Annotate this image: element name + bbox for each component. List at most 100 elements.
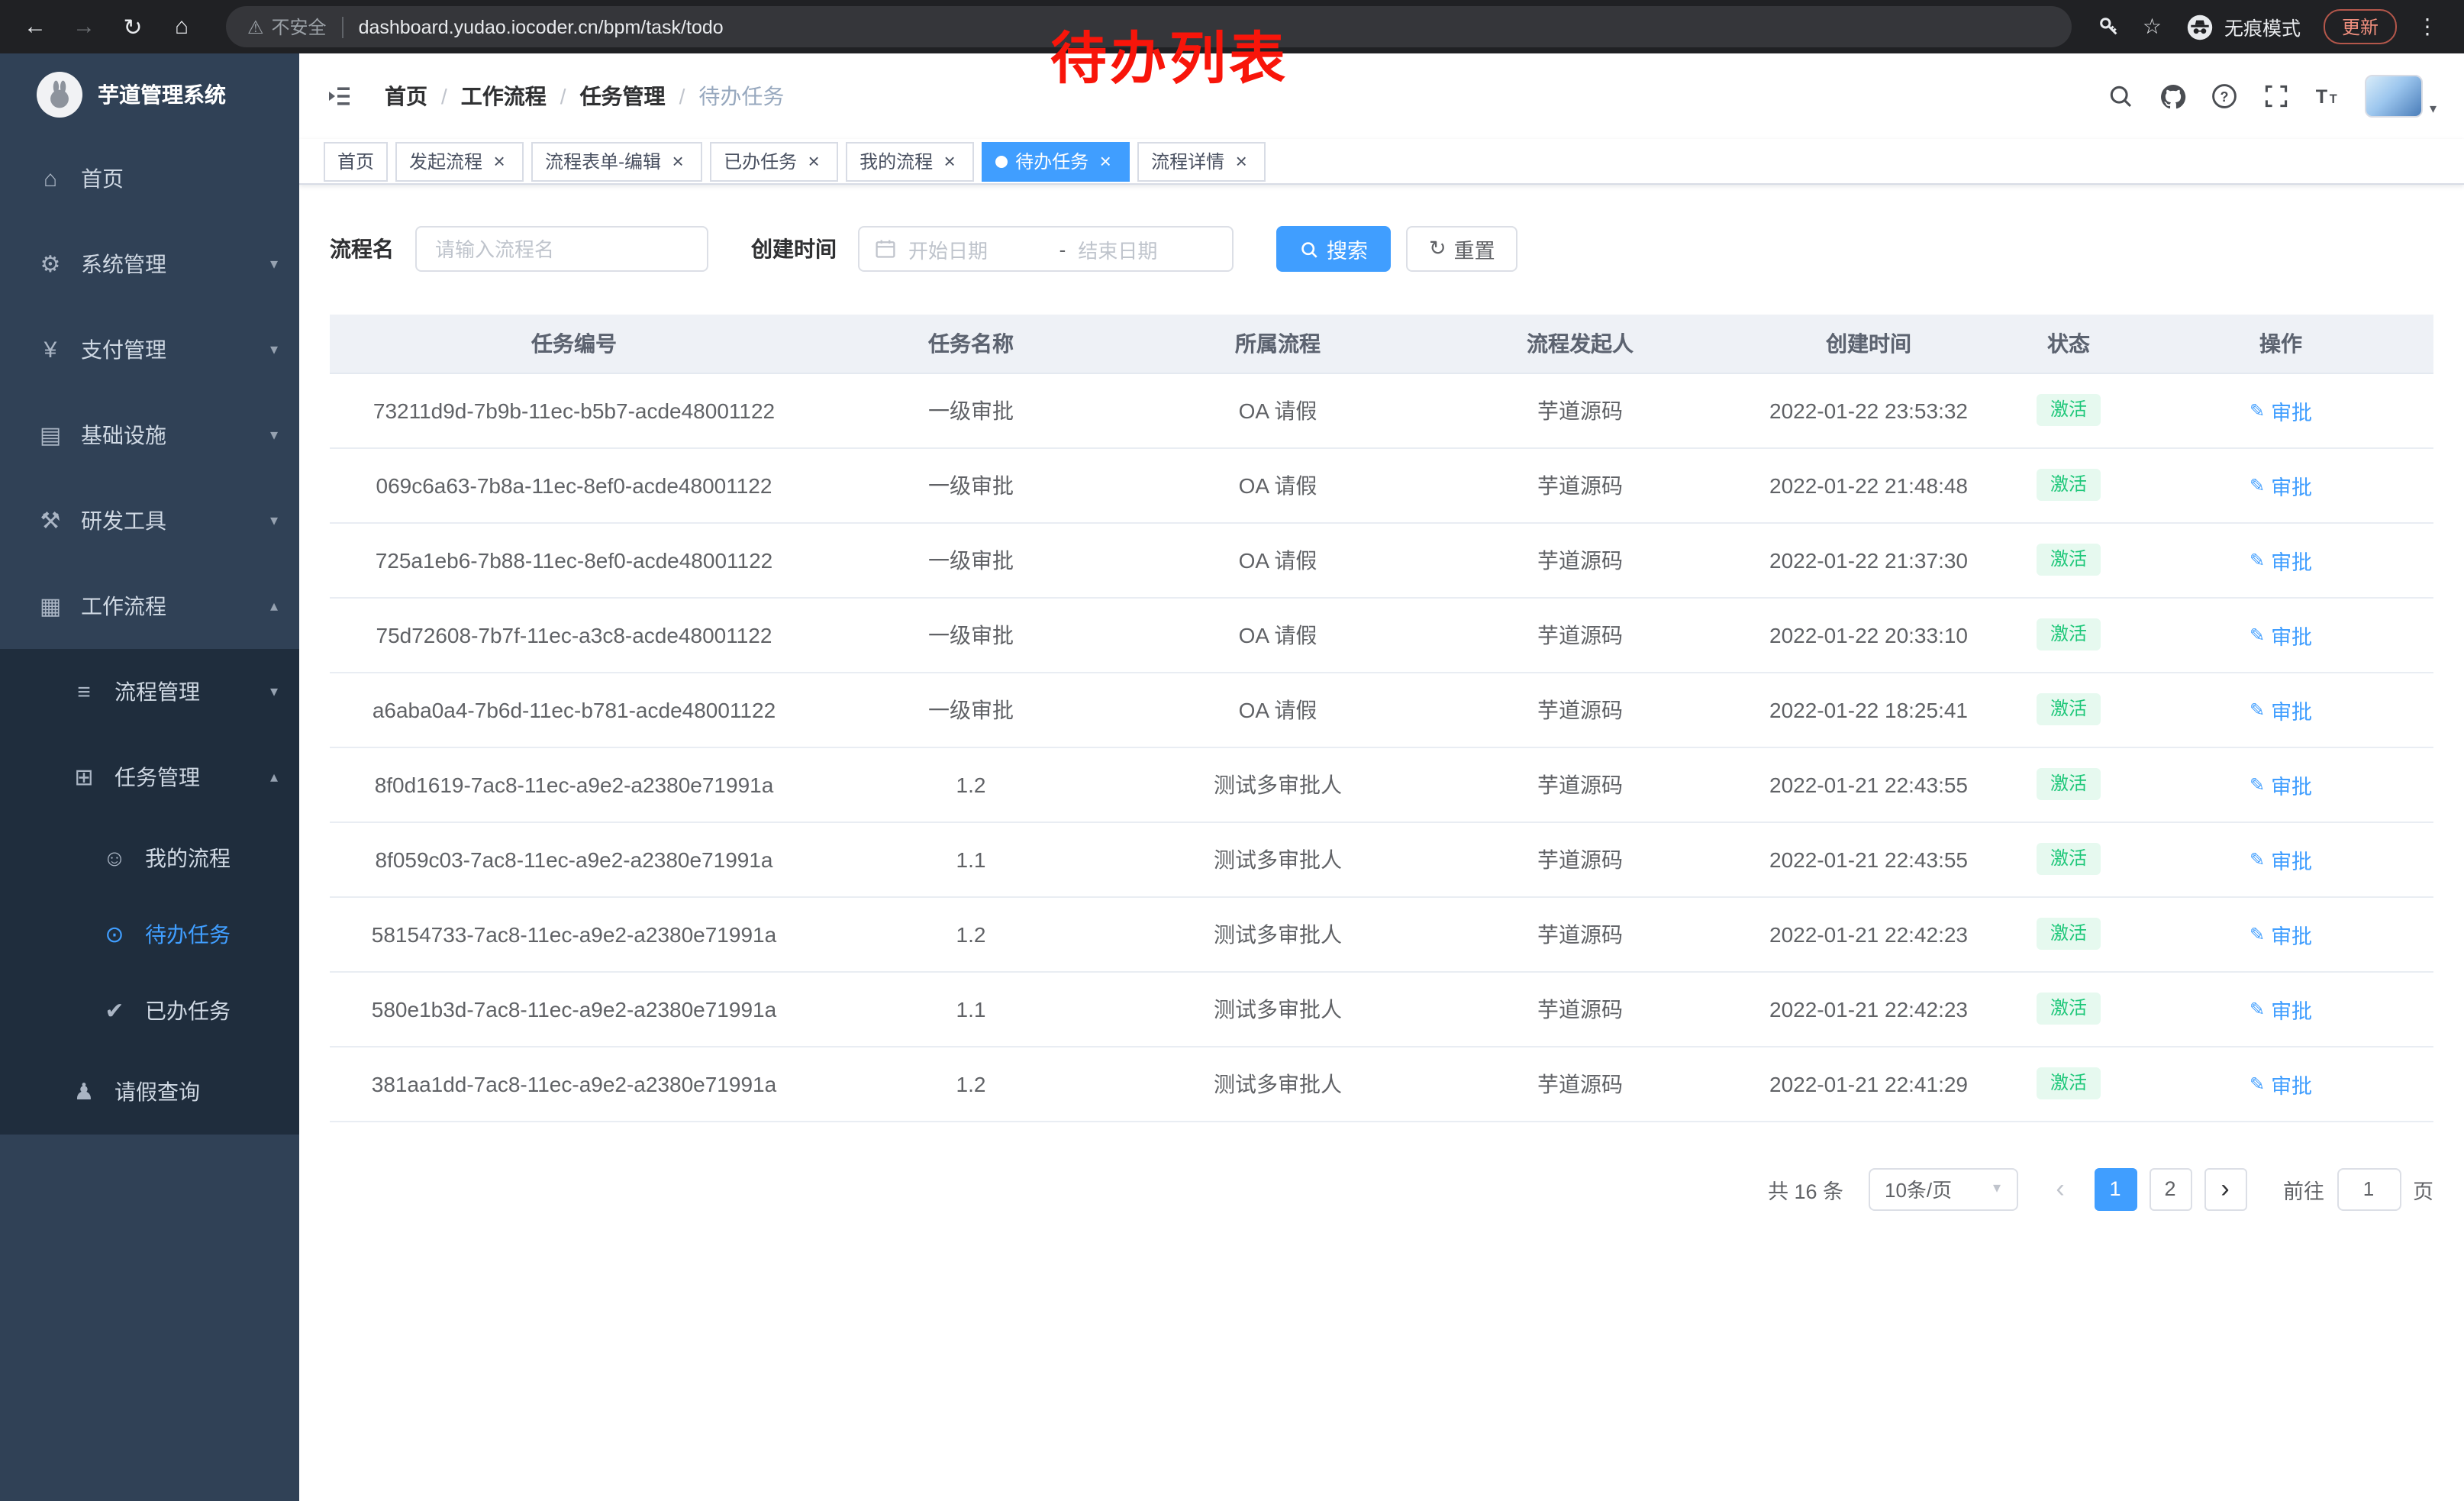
svg-text:T: T xyxy=(2317,86,2329,108)
status-badge: 激活 xyxy=(2037,544,2101,576)
goto-page-input[interactable] xyxy=(2337,1167,2401,1210)
dashboard-icon: ⌂ xyxy=(34,166,67,192)
approve-link[interactable]: ✎审批 xyxy=(2250,769,2312,799)
github-icon[interactable] xyxy=(2158,81,2188,111)
prev-page-button[interactable]: ‹ xyxy=(2039,1167,2082,1210)
url-divider xyxy=(342,16,343,37)
forward-button[interactable]: → xyxy=(64,7,104,47)
page-button-2[interactable]: 2 xyxy=(2149,1167,2191,1210)
sidebar-item-my-processes[interactable]: ☺ 我的流程 xyxy=(0,820,299,896)
search-icon xyxy=(1299,239,1319,259)
sidebar-item-done-tasks[interactable]: ✔ 已办任务 xyxy=(0,973,299,1049)
fullscreen-icon[interactable] xyxy=(2262,81,2292,111)
sidebar-item-process-management[interactable]: ≡ 流程管理 ▾ xyxy=(0,649,299,734)
chevron-up-icon: ▴ xyxy=(270,769,278,786)
approve-link[interactable]: ✎审批 xyxy=(2250,1068,2312,1099)
sidebar-toggle-button[interactable] xyxy=(324,79,357,113)
approve-link[interactable]: ✎审批 xyxy=(2250,694,2312,725)
back-button[interactable]: ← xyxy=(15,7,55,47)
date-range-picker[interactable]: 开始日期 - 结束日期 xyxy=(858,226,1234,272)
key-icon[interactable] xyxy=(2098,15,2121,38)
sidebar: 芋道管理系统 ⌂ 首页 ⚙ 系统管理 ▾ ¥ 支付管理 ▾ ▤ 基础设施 ▾ ⚒… xyxy=(0,53,299,1501)
status-badge: 激活 xyxy=(2037,769,2101,800)
tab-home[interactable]: 首页 xyxy=(324,141,388,181)
breadcrumb-task-management[interactable]: 任务管理 xyxy=(580,81,666,111)
sidebar-item-devtools[interactable]: ⚒ 研发工具 ▾ xyxy=(0,478,299,563)
range-separator: - xyxy=(1059,237,1066,260)
goto-unit-label: 页 xyxy=(2413,1173,2433,1204)
home-button[interactable]: ⌂ xyxy=(162,7,202,47)
approve-link[interactable]: ✎审批 xyxy=(2250,544,2312,575)
workflow-icon: ▦ xyxy=(34,592,67,620)
search-icon[interactable] xyxy=(2106,81,2137,111)
chevron-down-icon: ▾ xyxy=(270,427,278,444)
sidebar-item-leave-query[interactable]: ♟ 请假查询 xyxy=(0,1049,299,1135)
breadcrumb-home[interactable]: 首页 xyxy=(385,81,427,111)
edit-icon: ✎ xyxy=(2250,848,2265,870)
screen: ← → ↻ ⌂ ⚠ 不安全 dashboard.yudao.iocoder.cn… xyxy=(0,0,2464,1501)
sidebar-item-payment[interactable]: ¥ 支付管理 ▾ xyxy=(0,307,299,392)
sidebar-item-task-management[interactable]: ⊞ 任务管理 ▴ xyxy=(0,734,299,820)
page-content: 流程名 创建时间 开始日期 - 结束日期 搜索 xyxy=(299,226,2464,1210)
app-logo: 芋道管理系统 xyxy=(0,53,299,136)
incognito-badge: 无痕模式 xyxy=(2186,12,2301,41)
close-icon[interactable]: × xyxy=(667,150,689,172)
table-row: 8f0d1619-7ac8-11ec-a9e2-a2380e71991a 1.2… xyxy=(330,747,2433,822)
col-task-name: 任务名称 xyxy=(818,315,1124,373)
process-name-input[interactable] xyxy=(415,226,708,272)
chevron-down-icon: ▾ xyxy=(270,683,278,700)
approve-link[interactable]: ✎审批 xyxy=(2250,844,2312,874)
calendar-icon xyxy=(875,238,896,260)
approve-link[interactable]: ✎审批 xyxy=(2250,993,2312,1024)
search-button[interactable]: 搜索 xyxy=(1276,226,1391,272)
tab-process-form-edit[interactable]: 流程表单-编辑 × xyxy=(531,141,702,181)
update-button[interactable]: 更新 xyxy=(2324,9,2397,44)
table-row: a6aba0a4-7b6d-11ec-b781-acde48001122 一级审… xyxy=(330,672,2433,747)
bookmark-star-icon[interactable]: ☆ xyxy=(2143,14,2162,40)
create-time-label: 创建时间 xyxy=(751,234,837,264)
tab-start-process[interactable]: 发起流程 × xyxy=(395,141,524,181)
reload-button[interactable]: ↻ xyxy=(113,7,153,47)
font-size-icon[interactable]: TT xyxy=(2314,81,2344,111)
close-icon[interactable]: × xyxy=(939,150,960,172)
active-dot xyxy=(995,155,1008,167)
filter-bar: 流程名 创建时间 开始日期 - 结束日期 搜索 xyxy=(330,226,2433,272)
approve-link[interactable]: ✎审批 xyxy=(2250,470,2312,500)
avatar[interactable] xyxy=(2366,75,2424,118)
sidebar-item-system[interactable]: ⚙ 系统管理 ▾ xyxy=(0,221,299,307)
security-status[interactable]: ⚠ 不安全 xyxy=(247,14,327,40)
browser-menu-icon[interactable]: ⋮ xyxy=(2417,14,2438,40)
sidebar-item-workflow[interactable]: ▦ 工作流程 ▴ xyxy=(0,563,299,649)
close-icon[interactable]: × xyxy=(803,150,824,172)
sidebar-item-home[interactable]: ⌂ 首页 xyxy=(0,136,299,221)
chevron-down-icon: ▾ xyxy=(270,341,278,358)
tab-todo-tasks[interactable]: 待办任务 × xyxy=(982,141,1130,181)
approve-link[interactable]: ✎审批 xyxy=(2250,619,2312,650)
close-icon[interactable]: × xyxy=(1230,150,1252,172)
sidebar-item-infrastructure[interactable]: ▤ 基础设施 ▾ xyxy=(0,392,299,478)
workflow-submenu: ≡ 流程管理 ▾ ⊞ 任务管理 ▴ ☺ 我的流程 ⊙ 待办任务 ✔ 已办任务 xyxy=(0,649,299,1135)
tab-process-detail[interactable]: 流程详情 × xyxy=(1137,141,1266,181)
tab-done-tasks[interactable]: 已办任务 × xyxy=(710,141,838,181)
breadcrumb-workflow[interactable]: 工作流程 xyxy=(461,81,547,111)
chevron-down-icon: ▾ xyxy=(270,256,278,273)
total-count: 共 16 条 xyxy=(1768,1173,1843,1204)
eye-icon: ⊙ xyxy=(98,921,131,948)
col-initiator: 流程发起人 xyxy=(1432,315,1728,373)
approve-link[interactable]: ✎审批 xyxy=(2250,395,2312,425)
person-icon: ♟ xyxy=(67,1078,101,1106)
app-title: 芋道管理系统 xyxy=(98,79,226,110)
reset-button[interactable]: ↻ 重置 xyxy=(1406,226,1518,272)
edit-icon: ✎ xyxy=(2250,474,2265,495)
sidebar-item-todo-tasks[interactable]: ⊙ 待办任务 xyxy=(0,896,299,973)
approve-link[interactable]: ✎审批 xyxy=(2250,918,2312,949)
close-icon[interactable]: × xyxy=(489,150,510,172)
tab-my-processes[interactable]: 我的流程 × xyxy=(846,141,974,181)
user-menu[interactable]: ▾ xyxy=(2366,75,2437,118)
table-row: 725a1eb6-7b88-11ec-8ef0-acde48001122 一级审… xyxy=(330,522,2433,597)
page-button-1[interactable]: 1 xyxy=(2094,1167,2137,1210)
help-icon[interactable]: ? xyxy=(2210,81,2240,111)
next-page-button[interactable]: › xyxy=(2204,1167,2246,1210)
page-size-select[interactable]: 10条/页 ▾ xyxy=(1868,1167,2017,1210)
close-icon[interactable]: × xyxy=(1095,150,1116,172)
